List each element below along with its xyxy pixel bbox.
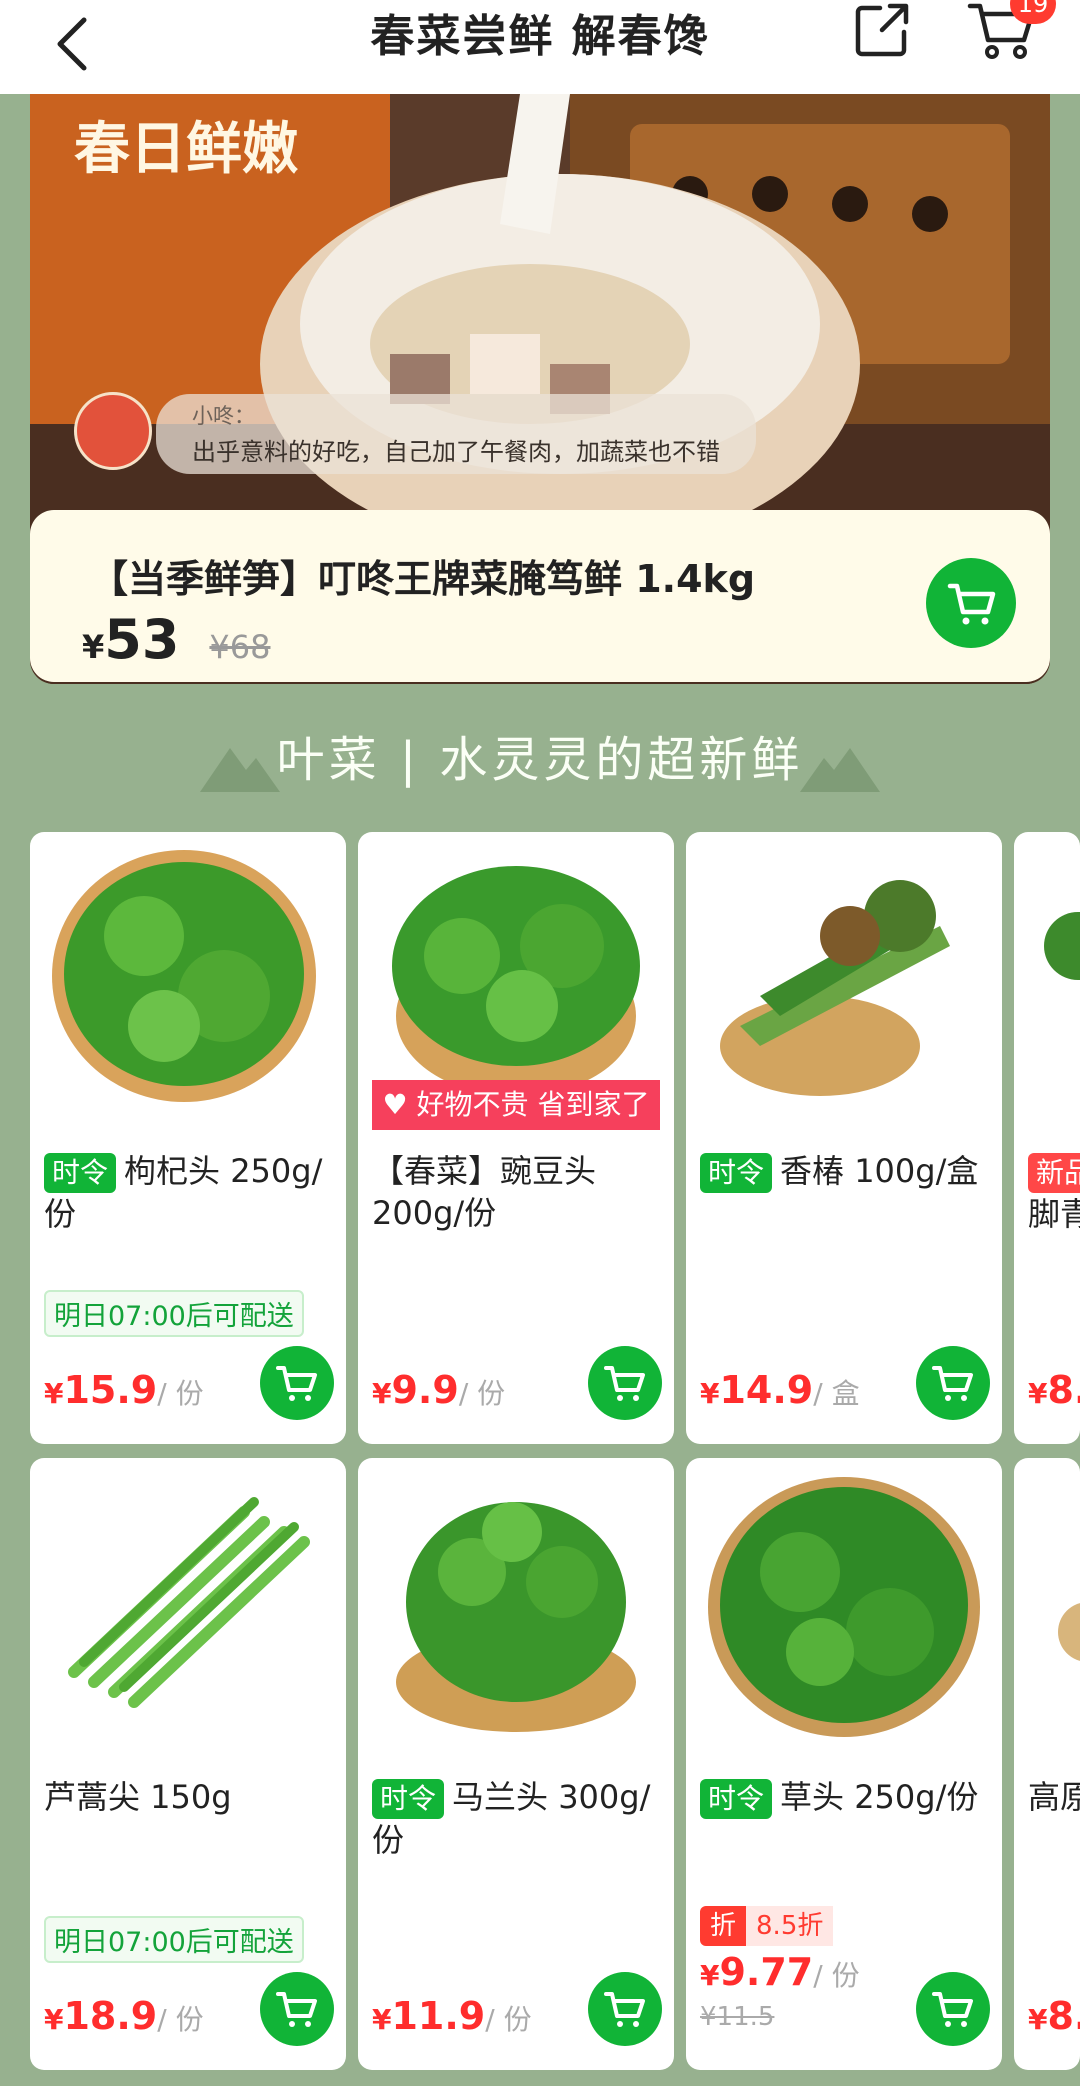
product-card[interactable]: 高原 ¥8.: [1014, 1458, 1080, 2070]
avatar: [74, 392, 152, 470]
product-image: [720, 880, 950, 1096]
add-to-cart-button[interactable]: [926, 558, 1016, 648]
seasonal-tag: 时令: [700, 1779, 773, 1819]
mountain-icon: [800, 748, 880, 792]
product-name: 新品 脚青: [1028, 1150, 1080, 1235]
delivery-notice: 明日07:00后可配送: [44, 1916, 304, 1963]
seasonal-tag: 时令: [700, 1153, 773, 1193]
featured-product-price: ¥53 ¥68: [82, 608, 271, 671]
heart-icon: ♥: [382, 1088, 417, 1121]
product-name: 芦蒿尖 150g: [44, 1778, 232, 1816]
product-image: [68, 1497, 310, 1708]
featured-product-title: 【当季鲜笋】叮咚王牌菜腌笃鲜 1.4kg: [90, 557, 756, 601]
product-name: 时令 香椿 100g/盒: [700, 1150, 992, 1193]
product-image: [396, 1502, 636, 1732]
product-card[interactable]: 时令 草头 250g/份 折 8.5折 ¥9.77/ 份 ¥11.5: [686, 1458, 1002, 2070]
cart-icon: [932, 1992, 973, 2027]
cart-icon: [947, 583, 996, 625]
promo-ribbon: ♥ 好物不贵 省到家了: [372, 1080, 660, 1130]
section-title: 叶菜 | 水灵灵的超新鲜: [276, 732, 804, 788]
product-price: ¥9.9/ 份: [372, 1368, 506, 1412]
cart-icon: [932, 1366, 973, 1401]
mountain-icon: [200, 748, 280, 792]
hero-label: 春日鲜嫩: [74, 117, 298, 182]
discount-badge: 折 8.5折: [700, 1906, 834, 1946]
product-price: ¥11.9/ 份: [372, 1994, 532, 2038]
product-image: [708, 1477, 980, 1737]
top-nav-bar: 春菜尝鲜 解春馋 19: [0, 0, 1080, 94]
product-card[interactable]: ♥ 好物不贵 省到家了 【春菜】豌豆头 200g/份 ¥9.9/ 份: [358, 832, 674, 1444]
product-card[interactable]: 时令 枸杞头 250g/份 明日07:00后可配送 ¥15.9/ 份: [30, 832, 346, 1444]
price-value: 53: [104, 608, 180, 671]
add-to-cart-button[interactable]: [916, 1346, 990, 1420]
product-name: 时令 枸杞头 250g/份: [44, 1152, 323, 1233]
seasonal-tag: 时令: [372, 1779, 445, 1819]
product-price: ¥8.: [1028, 1994, 1080, 2038]
add-to-cart-button[interactable]: [588, 1346, 662, 1420]
section-header: 叶菜 | 水灵灵的超新鲜: [0, 720, 1080, 800]
product-price: ¥18.9/ 份: [44, 1994, 204, 2038]
product-name: 时令 草头 250g/份: [700, 1776, 992, 1819]
product-name: 时令 马兰头 300g/份: [372, 1778, 651, 1859]
product-price: ¥14.9/ 盒: [700, 1368, 860, 1412]
comment-text: 出乎意料的好吃，自己加了午餐肉，加蔬菜也不错: [192, 438, 720, 466]
original-price: ¥11.5: [700, 2002, 775, 2032]
add-to-cart-button[interactable]: [260, 1972, 334, 2046]
seasonal-tag: 时令: [44, 1153, 117, 1193]
share-icon[interactable]: [852, 0, 912, 60]
currency-symbol: ¥: [82, 628, 105, 666]
cart-icon: [276, 1366, 317, 1401]
product-image: [52, 850, 316, 1102]
product-name: 【春菜】豌豆头 200g/份: [372, 1152, 597, 1232]
product-image: [392, 866, 640, 1096]
user-comment: 小咚： 出乎意料的好吃，自己加了午餐肉，加蔬菜也不错: [74, 392, 894, 474]
add-to-cart-button[interactable]: [588, 1972, 662, 2046]
cart-icon: [276, 1992, 317, 2027]
product-image: [1058, 1603, 1080, 1661]
cart-icon: [604, 1366, 645, 1401]
product-price: ¥8.: [1028, 1368, 1080, 1412]
comment-bubble: 小咚： 出乎意料的好吃，自己加了午餐肉，加蔬菜也不错: [156, 394, 756, 474]
product-card[interactable]: 芦蒿尖 150g 明日07:00后可配送 ¥18.9/ 份: [30, 1458, 346, 2070]
product-name: 高原: [1028, 1778, 1080, 1816]
product-image: [1044, 912, 1080, 980]
product-price: ¥15.9/ 份: [44, 1368, 204, 1412]
product-card[interactable]: 时令 香椿 100g/盒 ¥14.9/ 盒: [686, 832, 1002, 1444]
original-price: ¥68: [209, 628, 271, 666]
add-to-cart-button[interactable]: [260, 1346, 334, 1420]
product-card[interactable]: 时令 马兰头 300g/份 ¥11.9/ 份: [358, 1458, 674, 2070]
delivery-notice: 明日07:00后可配送: [44, 1290, 304, 1337]
product-price: ¥9.77/ 份: [700, 1950, 860, 1994]
comment-author: 小咚：: [192, 404, 255, 428]
page-title: 春菜尝鲜 解春馋: [370, 11, 710, 62]
add-to-cart-button[interactable]: [916, 1972, 990, 2046]
featured-product-card[interactable]: 【当季鲜笋】叮咚王牌菜腌笃鲜 1.4kg ¥53 ¥68: [30, 510, 1050, 682]
cart-icon: [604, 1992, 645, 2027]
new-tag: 新品: [1028, 1153, 1080, 1193]
product-card[interactable]: 新品脚青 ¥8.: [1014, 832, 1080, 1444]
